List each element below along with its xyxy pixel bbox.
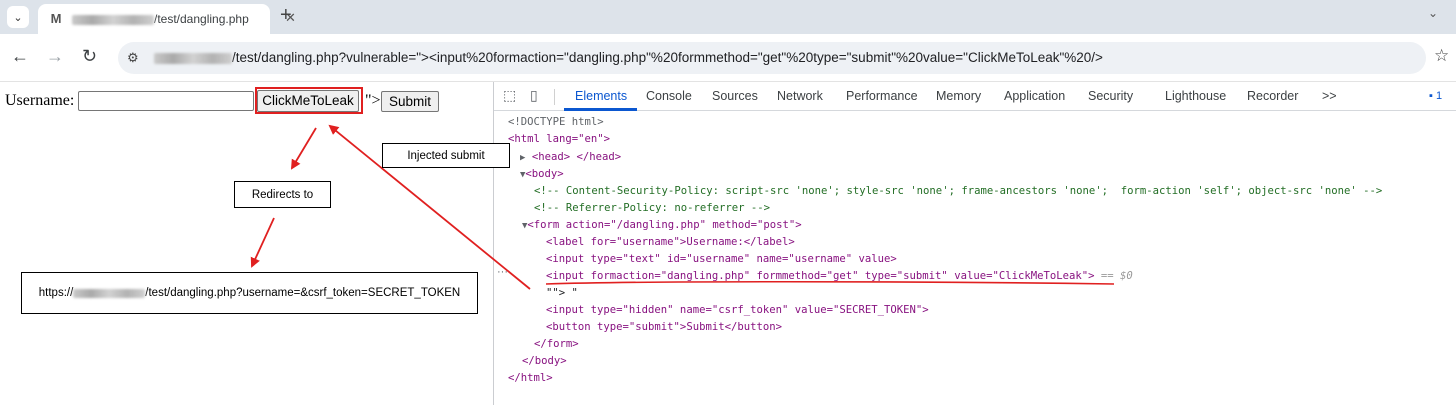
username-label: Username: (5, 92, 75, 109)
tab-strip: ⌄ M /test/dangling.php ✕ + ⌄ (0, 0, 1456, 34)
tab-console[interactable]: Console (646, 89, 692, 103)
tab-application[interactable]: Application (1004, 89, 1065, 103)
dom-html-close[interactable]: </html> (508, 370, 553, 387)
browser-toolbar: ← → ↻ ⚙ /test/dangling.php?vulnerable=">… (0, 34, 1456, 82)
dom-tree: <!DOCTYPE html> <html lang="en"> ▶ <head… (494, 112, 1456, 405)
screenshot-root: ⌄ M /test/dangling.php ✕ + ⌄ ← → ↻ ⚙ /te… (0, 0, 1456, 405)
devtools-panel: ⬚ ▯ Elements Console Sources Network Per… (493, 82, 1456, 405)
dom-html-open[interactable]: <html lang="en"> (508, 131, 610, 148)
dom-input-text[interactable]: <input type="text" id="username" name="u… (546, 251, 897, 268)
tab-security[interactable]: Security (1088, 89, 1133, 103)
new-tab-icon[interactable]: + (280, 4, 292, 26)
inspect-element-icon[interactable]: ⬚ (503, 87, 516, 103)
forward-icon[interactable]: → (46, 46, 64, 66)
submit-button[interactable]: Submit (381, 91, 439, 112)
browser-tab[interactable]: M /test/dangling.php ✕ (38, 4, 296, 34)
expand-triangle-icon[interactable]: ▶ (520, 153, 525, 163)
dom-text-node[interactable]: ""> " (546, 285, 578, 302)
node-actions-icon[interactable]: ··· (497, 266, 508, 278)
rendered-page: Username: ClickMeToLeak "> Submit Redire… (0, 82, 493, 405)
more-tabs-icon[interactable]: >> (1322, 89, 1337, 103)
dom-button[interactable]: <button type="submit">Submit</button> (546, 319, 782, 336)
bookmark-star-icon[interactable]: ☆ (1434, 47, 1449, 65)
dom-head[interactable]: ▶ <head> </head> (520, 149, 621, 166)
issues-count: 1 (1435, 90, 1443, 102)
redirects-label: Redirects to (251, 188, 314, 201)
tab-sources[interactable]: Sources (712, 89, 758, 103)
tab-lighthouse[interactable]: Lighthouse (1165, 89, 1226, 103)
username-input[interactable] (78, 91, 254, 111)
url-text[interactable]: /test/dangling.php?vulnerable="><input%2… (154, 50, 1103, 65)
dom-referrer-comment[interactable]: <!-- Referrer-Policy: no-referrer --> (534, 200, 770, 217)
injected-submit-label: Injected submit (407, 149, 485, 162)
dom-csp-comment[interactable]: <!-- Content-Security-Policy: script-src… (534, 183, 1382, 200)
dom-form-close[interactable]: </form> (534, 336, 579, 353)
leak-url-suffix: /test/dangling.php?username=&csrf_token=… (145, 287, 461, 299)
tab-performance[interactable]: Performance (846, 89, 918, 103)
tab-elements[interactable]: Elements (575, 89, 627, 103)
mitm-logo-icon: M (50, 11, 62, 26)
dom-doctype[interactable]: <!DOCTYPE html> (508, 114, 604, 131)
dom-input-hidden[interactable]: <input type="hidden" name="csrf_token" v… (546, 302, 929, 319)
dom-form-open[interactable]: ▼<form action="/dangling.php" method="po… (522, 217, 802, 234)
redacted-host (73, 288, 146, 298)
dom-input-injected[interactable]: <input formaction="dangling.php" formmet… (546, 268, 1133, 285)
dom-label[interactable]: <label for="username">Username:</label> (546, 234, 795, 251)
address-bar[interactable]: ⚙ /test/dangling.php?vulnerable="><input… (118, 42, 1426, 74)
back-icon[interactable]: ← (11, 46, 29, 66)
issues-badge[interactable]: ▪ 1 (1429, 90, 1442, 102)
tab-network[interactable]: Network (777, 89, 823, 103)
redacted-host (154, 52, 232, 64)
devtools-tab-bar: ⬚ ▯ Elements Console Sources Network Per… (494, 82, 1456, 111)
leftover-text: "> (365, 92, 381, 109)
device-toolbar-icon[interactable]: ▯ (530, 87, 538, 103)
active-tab-indicator (564, 108, 637, 111)
leak-url-prefix: https:// (38, 287, 74, 299)
tab-strip-chevron-icon[interactable]: ⌄ (1428, 6, 1438, 20)
tab-search-menu-icon[interactable]: ⌄ (7, 6, 29, 28)
tab-recorder[interactable]: Recorder (1247, 89, 1298, 103)
tab-memory[interactable]: Memory (936, 89, 981, 103)
selected-node-marker: == $0 (1100, 270, 1133, 282)
redacted-host (72, 14, 154, 25)
dom-body-open[interactable]: ▼<body> (520, 166, 564, 183)
highlight-box (255, 87, 363, 114)
reload-icon[interactable]: ↻ (82, 46, 97, 66)
leak-url-annotation: https:// /test/dangling.php?username=&csr… (21, 272, 478, 314)
divider (554, 89, 555, 105)
dom-body-close[interactable]: </body> (522, 353, 567, 370)
tab-title: /test/dangling.php (72, 12, 249, 26)
site-info-icon[interactable]: ⚙ (127, 50, 139, 66)
redirects-annotation: Redirects to (234, 181, 331, 208)
injected-submit-annotation: Injected submit (382, 143, 510, 168)
